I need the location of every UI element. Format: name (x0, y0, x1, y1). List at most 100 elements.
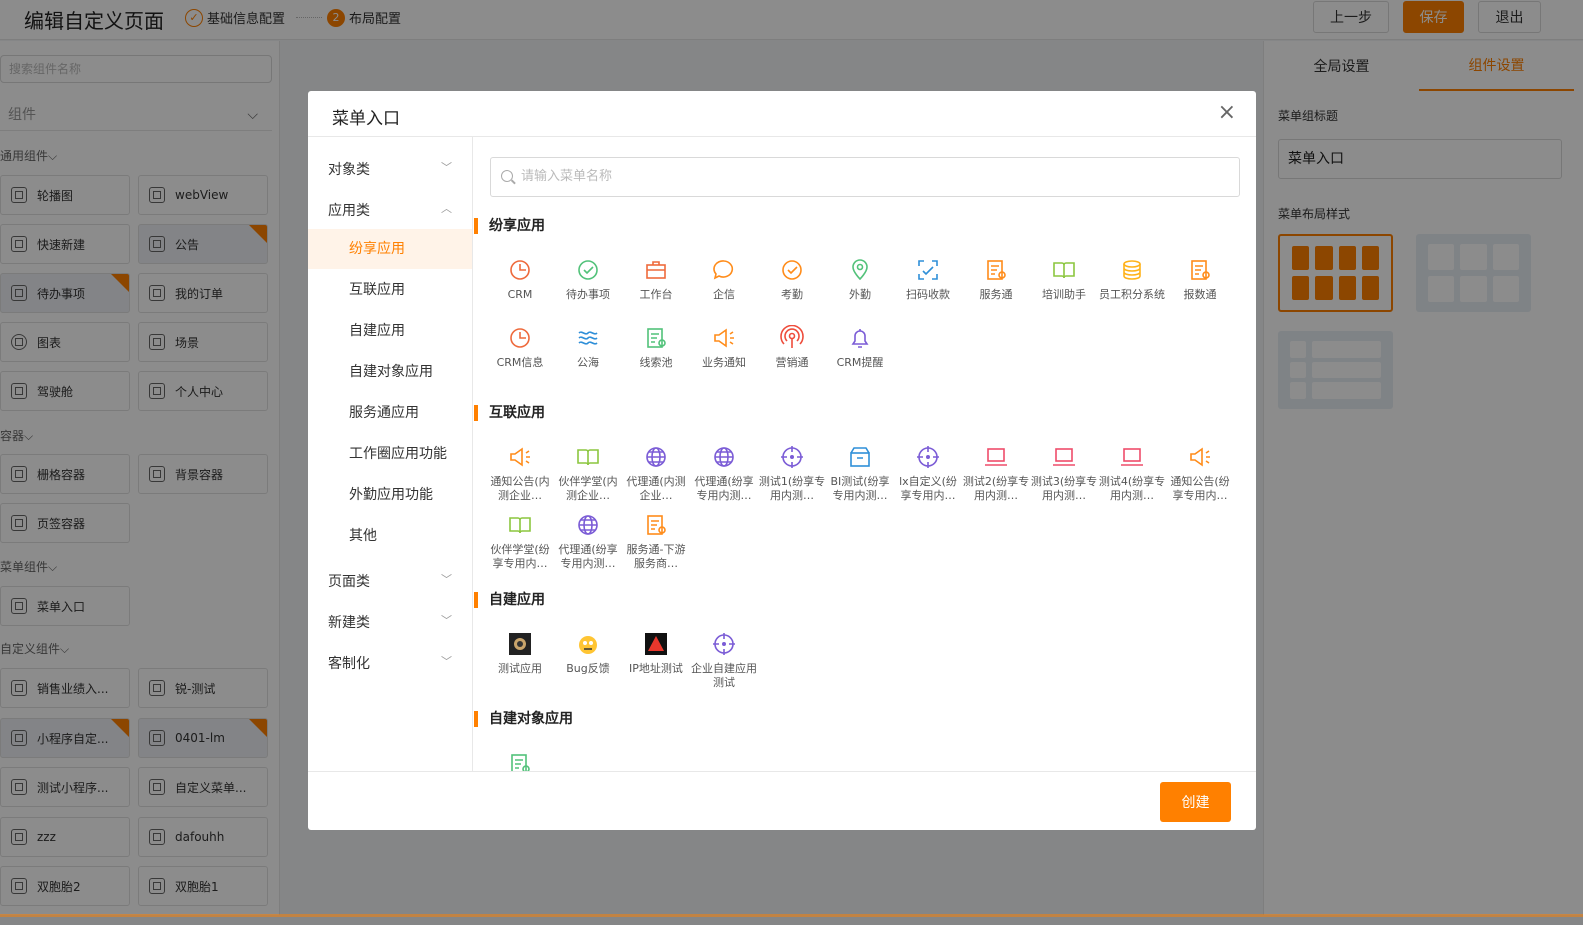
radio-icon (780, 325, 804, 348)
nav-item-workcircle-functions[interactable]: 工作圈应用功能 (308, 434, 472, 474)
app-label: 业务通知 (702, 356, 746, 369)
nav-item-interconnect-apps[interactable]: 互联应用 (308, 270, 472, 310)
dialog-title: 菜单入口 (332, 109, 400, 129)
menu-search-input[interactable]: 请输入菜单名称 (490, 157, 1240, 197)
target-icon (917, 446, 939, 468)
app-item[interactable]: 通知公告(内测企业… (486, 444, 554, 503)
app-item[interactable]: 服务通 (962, 257, 1030, 316)
app-item[interactable]: 培训助手 (1030, 257, 1098, 316)
app-item-partial[interactable] (486, 751, 554, 771)
app-label: CRM (507, 288, 533, 301)
app-label: 企信 (713, 288, 735, 301)
app-item[interactable]: 公海 (554, 325, 622, 384)
target-icon (713, 633, 735, 655)
app-item[interactable]: IP地址测试 (622, 631, 690, 690)
app-item[interactable]: 线索池 (622, 325, 690, 384)
app-item[interactable]: 伙伴学堂(内测企业… (554, 444, 622, 503)
scan-icon (918, 260, 938, 280)
app-label: 通知公告(内测企业… (490, 475, 550, 502)
laptop-icon (1053, 448, 1075, 466)
app-item[interactable]: 代理通(纷享专用内测… (554, 512, 622, 571)
nav-group-app[interactable]: 应用类 ︿ (328, 200, 458, 220)
create-button[interactable]: 创建 (1160, 782, 1231, 822)
nav-group-page[interactable]: 页面类 ﹀ (328, 571, 458, 591)
app-label: IP地址测试 (629, 662, 683, 675)
globe-icon (646, 447, 666, 467)
app-label: 培训助手 (1042, 288, 1086, 301)
app-item[interactable]: CRM信息 (486, 325, 554, 384)
nav-group-object[interactable]: 对象类 ﹀ (328, 159, 458, 179)
app-item[interactable]: 服务通-下游服务商… (622, 512, 690, 571)
app-item[interactable]: CRM提醒 (826, 325, 894, 384)
category-nav: 对象类 ﹀ 应用类 ︿ 纷享应用 互联应用 自建应用 自建对象应用 服务通应用 工作… (308, 137, 473, 771)
app-label: 线索池 (639, 356, 673, 369)
app-label: 工作台 (639, 288, 673, 301)
app-label: 伙伴学堂(纷享专用内… (490, 543, 550, 570)
laptop-icon (985, 448, 1007, 466)
app-item[interactable]: Bug反馈 (554, 631, 622, 690)
globe-icon (578, 515, 598, 535)
app-label: 测试3(纷享专用内测… (1030, 475, 1098, 502)
app-item[interactable]: 测试应用 (486, 631, 554, 690)
app-item[interactable]: 业务通知 (690, 325, 758, 384)
nav-item-service-apps[interactable]: 服务通应用 (308, 393, 472, 433)
app-item[interactable]: CRM (486, 257, 554, 316)
app-item[interactable]: 员工积分系统 (1098, 257, 1166, 316)
app-label: CRM提醒 (836, 356, 884, 369)
app-label: 测试2(纷享专用内测… (962, 475, 1030, 502)
app-label: Bug反馈 (566, 662, 610, 675)
app-item[interactable]: 报数通 (1166, 257, 1234, 316)
close-icon[interactable]: × (1218, 101, 1236, 125)
app-label: 代理通(纷享专用内测… (558, 543, 618, 570)
app-item[interactable]: 代理通(纷享专用内测… (690, 444, 758, 503)
app-item[interactable]: BI测试(纷享专用内测… (826, 444, 894, 503)
nav-item-self-built-object-apps[interactable]: 自建对象应用 (308, 352, 472, 392)
box-icon (850, 447, 870, 467)
nav-item-fxiaoke-apps[interactable]: 纷享应用 (308, 229, 472, 269)
dialog-header: 菜单入口 × (308, 91, 1256, 137)
doc-icon (647, 328, 666, 348)
app-item[interactable]: lx自定义(纷享专用内… (894, 444, 962, 503)
app-item[interactable]: 企信 (690, 257, 758, 316)
app-item[interactable]: 考勤 (758, 257, 826, 316)
nav-group-new[interactable]: 新建类 ﹀ (328, 612, 458, 632)
app-item[interactable]: 营销通 (758, 325, 826, 384)
briefcase-icon (646, 261, 666, 279)
search-icon (501, 170, 513, 182)
photo-icon (509, 633, 531, 655)
book-icon (577, 449, 599, 466)
app-item[interactable]: 扫码收款 (894, 257, 962, 316)
target-icon (781, 446, 803, 468)
speaker-icon (510, 447, 530, 467)
doc-icon (511, 754, 530, 771)
app-item[interactable]: 代理通(内测企业… (622, 444, 690, 503)
app-item[interactable]: 企业自建应用测试 (690, 631, 758, 690)
speaker-icon (714, 328, 734, 348)
app-label: CRM信息 (496, 356, 544, 369)
app-item[interactable]: 待办事项 (554, 257, 622, 316)
app-label: 公海 (577, 356, 599, 369)
app-item[interactable]: 外勤 (826, 257, 894, 316)
app-label: 报数通 (1183, 288, 1217, 301)
app-label: 企业自建应用测试 (691, 662, 757, 689)
app-item[interactable]: 测试2(纷享专用内测… (962, 444, 1030, 503)
category-title: 自建应用 (474, 592, 545, 608)
app-label: 员工积分系统 (1099, 288, 1165, 301)
app-label: 外勤 (849, 288, 871, 301)
chevron-down-icon: ﹀ (441, 573, 452, 586)
app-item[interactable]: 伙伴学堂(纷享专用内… (486, 512, 554, 571)
app-item[interactable]: 测试1(纷享专用内测… (758, 444, 826, 503)
warn-icon (645, 633, 667, 655)
app-item[interactable]: 通知公告(纷享专用内… (1166, 444, 1234, 503)
app-label: BI测试(纷享专用内测… (830, 475, 890, 502)
nav-group-custom[interactable]: 客制化 ﹀ (328, 653, 458, 673)
book-icon (509, 517, 531, 534)
app-item[interactable]: 工作台 (622, 257, 690, 316)
nav-item-field-functions[interactable]: 外勤应用功能 (308, 475, 472, 515)
nav-item-self-built-apps[interactable]: 自建应用 (308, 311, 472, 351)
nav-item-other[interactable]: 其他 (308, 516, 472, 556)
app-item[interactable]: 测试3(纷享专用内测… (1030, 444, 1098, 503)
bottom-accent-line (0, 914, 1583, 917)
app-item[interactable]: 测试4(纷享专用内测… (1098, 444, 1166, 503)
speaker-icon (1190, 447, 1210, 467)
